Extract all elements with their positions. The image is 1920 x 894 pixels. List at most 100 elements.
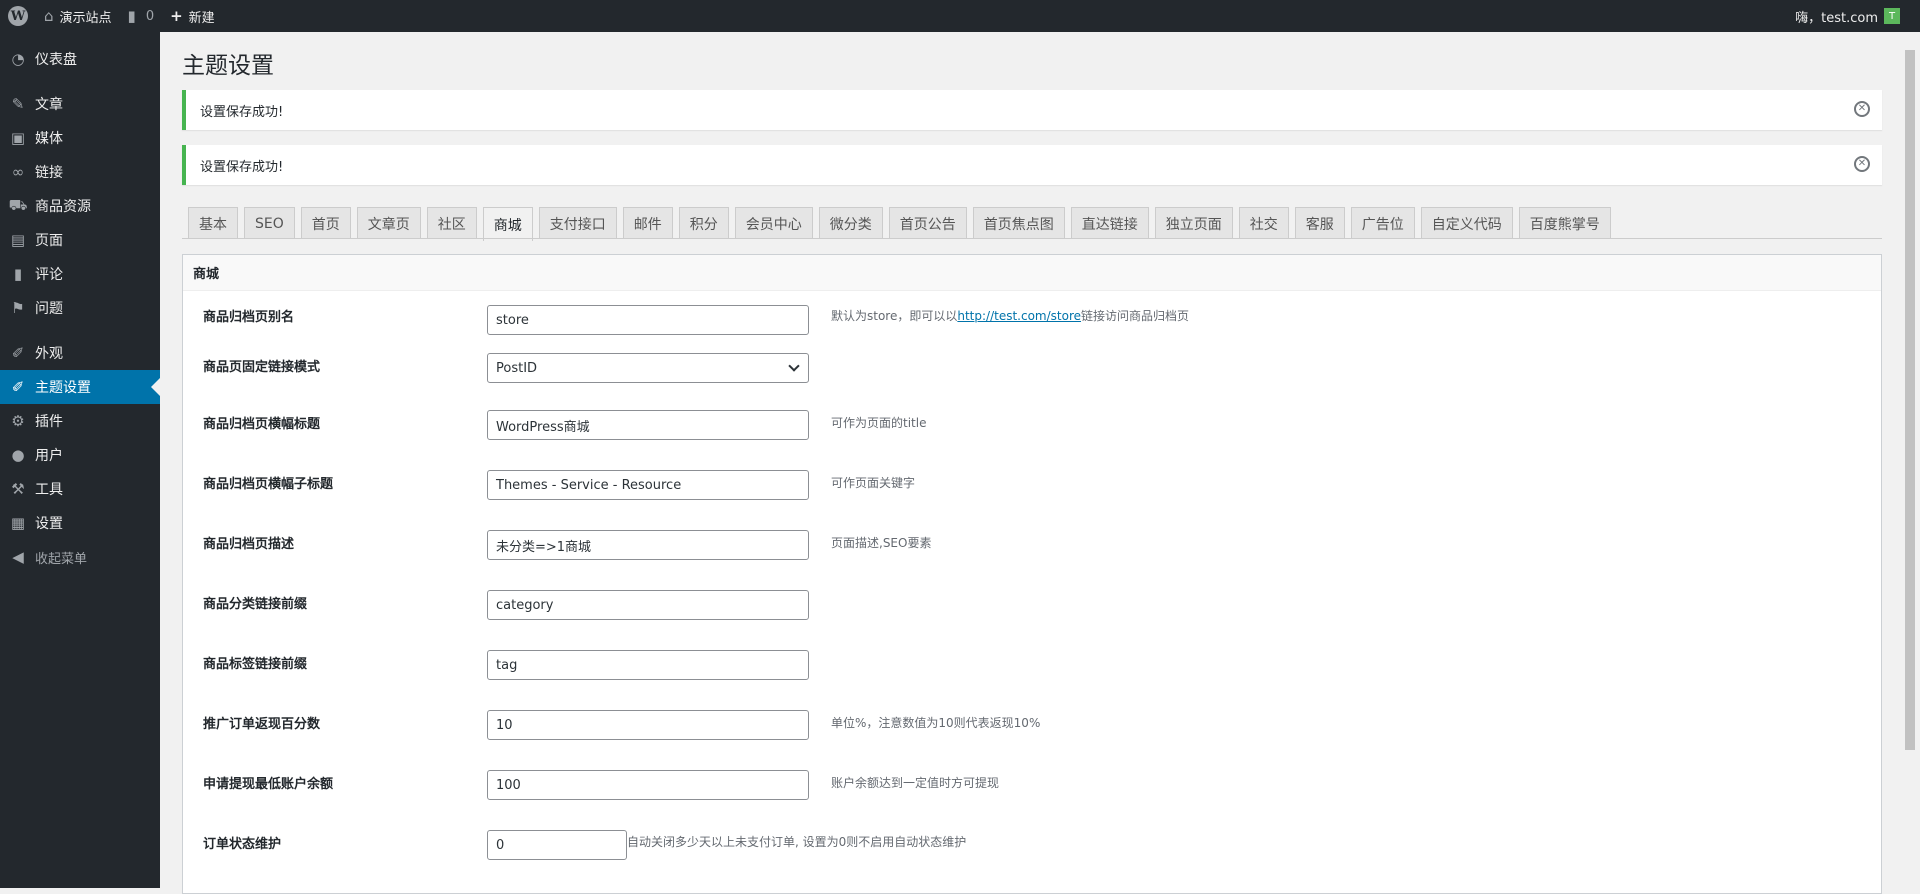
store-url-link[interactable]: http://test.com/store xyxy=(957,309,1081,323)
banner-subtitle-input[interactable]: Themes - Service - Resource xyxy=(487,470,809,500)
sidebar-item-label: 链接 xyxy=(35,165,63,181)
comment-icon: ▮ xyxy=(13,265,23,283)
sidebar-item-label: 文章 xyxy=(35,97,63,113)
dismiss-icon[interactable]: ✕ xyxy=(1854,101,1870,117)
setting-label: 订单状态维护 xyxy=(203,837,282,852)
sidebar-item-questions[interactable]: ⚑ 问题 xyxy=(0,291,160,325)
wrench-icon: ⚒ xyxy=(11,480,25,498)
tab-seo[interactable]: SEO xyxy=(244,207,295,239)
plugin-icon: ⚙ xyxy=(11,412,25,430)
sidebar-item-plugins[interactable]: ⚙ 插件 xyxy=(0,404,160,438)
sidebar-item-dashboard[interactable]: ◔ 仪表盘 xyxy=(0,42,160,76)
tab-store[interactable]: 商城 xyxy=(482,207,533,241)
tab-custom-code[interactable]: 自定义代码 xyxy=(1420,207,1513,239)
tabs-divider xyxy=(182,238,1882,239)
archive-description-input[interactable]: 未分类=>1商城 xyxy=(487,530,809,560)
setting-label: 推广订单返现百分数 xyxy=(203,717,321,732)
setting-label: 商品归档页描述 xyxy=(203,537,295,552)
setting-label: 商品归档页横幅子标题 xyxy=(203,477,334,492)
new-content-button[interactable]: + 新建 xyxy=(162,0,223,32)
desc-text: 链接访问商品归档页 xyxy=(1081,309,1190,323)
tab-home[interactable]: 首页 xyxy=(300,207,351,239)
setting-label: 商品归档页横幅标题 xyxy=(203,417,321,432)
tag-prefix-input[interactable]: tag xyxy=(487,650,809,680)
banner-title-input[interactable]: WordPress商城 xyxy=(487,410,809,440)
sidebar-item-label: 插件 xyxy=(35,414,63,430)
avatar: T xyxy=(1884,8,1900,24)
sidebar-item-links[interactable]: ∞ 链接 xyxy=(0,155,160,189)
sidebar-collapse-menu[interactable]: ◀ 收起菜单 xyxy=(0,540,160,574)
tab-standalone-pages[interactable]: 独立页面 xyxy=(1154,207,1233,239)
tab-community[interactable]: 社区 xyxy=(426,207,477,239)
sidebar-item-tools[interactable]: ⚒ 工具 xyxy=(0,472,160,506)
wordpress-logo-button[interactable]: W xyxy=(0,0,36,32)
sidebar-item-label: 设置 xyxy=(35,516,63,532)
comment-icon: ▮ xyxy=(127,7,136,25)
permalink-mode-select[interactable]: PostID xyxy=(487,353,809,383)
sidebar-item-settings[interactable]: ▦ 设置 xyxy=(0,506,160,540)
flag-icon: ⚑ xyxy=(11,299,25,317)
tab-micro-category[interactable]: 微分类 xyxy=(818,207,883,239)
sidebar-item-label: 外观 xyxy=(35,346,63,362)
sidebar-item-products[interactable]: ⛟ 商品资源 xyxy=(0,189,160,223)
tab-home-slider[interactable]: 首页焦点图 xyxy=(972,207,1065,239)
comments-count: 0 xyxy=(145,8,155,24)
order-maintenance-days-input[interactable]: 0 xyxy=(487,830,627,860)
setting-description: 默认为store，即可以以http://test.com/store链接访问商品… xyxy=(831,307,1189,324)
tab-customer-service[interactable]: 客服 xyxy=(1294,207,1345,239)
page-title: 主题设置 xyxy=(182,53,274,79)
chevron-down-icon xyxy=(788,360,800,372)
dashboard-icon: ◔ xyxy=(11,50,25,68)
page-scrollbar[interactable] xyxy=(1900,32,1920,888)
sidebar-item-label: 问题 xyxy=(35,301,63,317)
tab-payment[interactable]: 支付接口 xyxy=(538,207,617,239)
collapse-icon: ◀ xyxy=(12,548,24,566)
sidebar-item-posts[interactable]: ✎ 文章 xyxy=(0,87,160,121)
comments-link[interactable]: ▮ 0 xyxy=(120,0,163,32)
tab-member-center[interactable]: 会员中心 xyxy=(734,207,813,239)
sidebar-item-label: 仪表盘 xyxy=(35,52,77,68)
tab-ads[interactable]: 广告位 xyxy=(1350,207,1415,239)
sidebar-item-appearance[interactable]: ✐ 外观 xyxy=(0,336,160,370)
sidebar-item-pages[interactable]: ▤ 页面 xyxy=(0,223,160,257)
store-slug-input[interactable]: store xyxy=(487,305,809,335)
site-name-link[interactable]: ⌂ 演示站点 xyxy=(36,0,120,32)
setting-label: 商品页固定链接模式 xyxy=(203,360,321,375)
store-settings-panel: 商城 商品归档页别名 store 默认为store，即可以以http://tes… xyxy=(182,254,1882,894)
setting-label: 商品分类链接前缀 xyxy=(203,597,308,612)
admin-bar: W ⌂ 演示站点 ▮ 0 + 新建 嗨，test.com T xyxy=(0,0,1920,32)
tab-home-notice[interactable]: 首页公告 xyxy=(888,207,967,239)
tab-basic[interactable]: 基本 xyxy=(188,207,238,239)
my-account-menu[interactable]: 嗨，test.com T xyxy=(1795,0,1900,32)
site-name: 演示站点 xyxy=(59,10,112,26)
scrollbar-thumb[interactable] xyxy=(1905,50,1915,750)
setting-description: 页面描述,SEO要素 xyxy=(831,536,932,550)
tab-social[interactable]: 社交 xyxy=(1238,207,1289,239)
page-icon: ▤ xyxy=(10,231,26,249)
sidebar-item-label: 媒体 xyxy=(35,131,63,147)
min-withdraw-balance-input[interactable]: 100 xyxy=(487,770,809,800)
sidebar-item-users[interactable]: ● 用户 xyxy=(0,438,160,472)
dismiss-icon[interactable]: ✕ xyxy=(1854,156,1870,172)
setting-description: 账户余额达到一定值时方可提现 xyxy=(831,776,1000,790)
sidebar-item-media[interactable]: ▣ 媒体 xyxy=(0,121,160,155)
setting-label: 商品标签链接前缀 xyxy=(203,657,308,672)
setting-description: 可作页面关键字 xyxy=(831,476,916,490)
desc-text: 默认为store，即可以以 xyxy=(831,309,958,323)
success-notice: 设置保存成功! ✕ xyxy=(182,145,1882,185)
sidebar-item-comments[interactable]: ▮ 评论 xyxy=(0,257,160,291)
category-prefix-input[interactable]: category xyxy=(487,590,809,620)
sidebar-item-theme-settings[interactable]: ✐ 主题设置 xyxy=(0,370,160,404)
cart-icon: ⛟ xyxy=(8,196,28,214)
cashback-percent-input[interactable]: 10 xyxy=(487,710,809,740)
tab-article[interactable]: 文章页 xyxy=(356,207,421,239)
tab-baidu-xiongzhang[interactable]: 百度熊掌号 xyxy=(1518,207,1611,239)
tab-email[interactable]: 邮件 xyxy=(622,207,673,239)
brush-icon: ✐ xyxy=(11,378,25,396)
tab-points[interactable]: 积分 xyxy=(678,207,729,239)
main-content: 主题设置 设置保存成功! ✕ 设置保存成功! ✕ 基本 SEO 首页 文章页 社… xyxy=(160,32,1900,894)
sidebar-item-label: 主题设置 xyxy=(35,380,91,396)
tab-direct-links[interactable]: 直达链接 xyxy=(1070,207,1149,239)
setting-label: 申请提现最低账户余额 xyxy=(203,777,334,792)
plus-icon: + xyxy=(170,7,183,25)
